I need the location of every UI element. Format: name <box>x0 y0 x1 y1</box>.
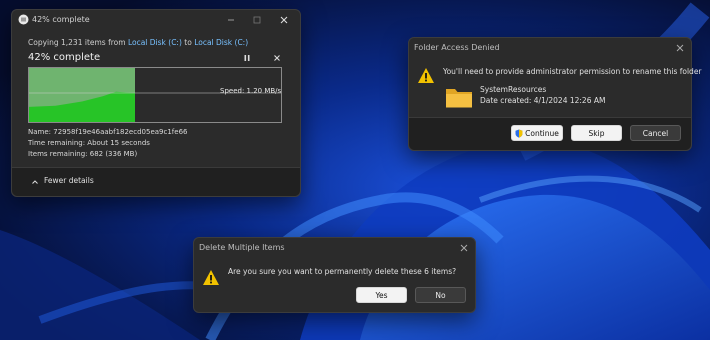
close-icon[interactable] <box>459 243 469 253</box>
no-button[interactable]: No <box>415 287 466 303</box>
delete-multiple-items-dialog: Delete Multiple Items Are you sure you w… <box>193 237 476 313</box>
file-explorer-icon <box>18 14 29 25</box>
pause-icon[interactable] <box>242 53 252 63</box>
continue-button[interactable]: Continue <box>511 125 563 141</box>
chevron-up-icon <box>32 180 38 184</box>
copy-dialog-title: 42% complete <box>32 15 90 24</box>
items-remaining-line: Items remaining: 682 (336 MB) <box>28 150 138 158</box>
folder-dialog-titlebar: Folder Access Denied <box>409 38 691 58</box>
cancel-button[interactable]: Cancel <box>630 125 681 141</box>
destination-link[interactable]: Local Disk (C:) <box>194 38 248 47</box>
warning-icon <box>418 68 434 83</box>
folder-name: SystemResources <box>480 85 547 94</box>
folder-icon <box>446 89 472 108</box>
continue-label: Continue <box>525 128 559 138</box>
percent-complete-label: 42% complete <box>28 52 101 63</box>
file-name-line: Name: 72958f19e46aabf182ecd05ea9c1fe66 <box>28 128 188 136</box>
uac-shield-icon <box>515 129 523 138</box>
warning-icon <box>203 270 219 285</box>
folder-dialog-message: You'll need to provide administrator per… <box>443 67 702 76</box>
speed-graph <box>28 67 282 123</box>
yes-button[interactable]: Yes <box>356 287 407 303</box>
folder-access-denied-dialog: Folder Access Denied You'll need to prov… <box>408 37 702 151</box>
fewer-details-label: Fewer details <box>44 176 94 185</box>
delete-dialog-title: Delete Multiple Items <box>199 243 285 252</box>
delete-dialog-titlebar: Delete Multiple Items <box>194 238 475 258</box>
copying-summary: Copying 1,231 items from Local Disk (C:)… <box>28 38 248 47</box>
time-remaining-line: Time remaining: About 15 seconds <box>28 139 150 147</box>
folder-dialog-title: Folder Access Denied <box>414 43 500 52</box>
skip-button[interactable]: Skip <box>571 125 622 141</box>
copy-dialog-titlebar: 42% complete <box>12 10 300 30</box>
folder-date-created: Date created: 4/1/2024 12:26 AM <box>480 96 606 105</box>
copying-prefix: Copying 1,231 items from <box>28 38 126 47</box>
source-link[interactable]: Local Disk (C:) <box>128 38 182 47</box>
to-word: to <box>184 38 192 47</box>
copy-progress-dialog: 42% complete Copying 1,231 items from Lo… <box>11 9 301 197</box>
cancel-copy-icon[interactable] <box>272 53 282 63</box>
close-icon[interactable] <box>675 43 685 53</box>
minimize-icon[interactable] <box>226 15 236 25</box>
close-icon[interactable] <box>279 15 289 25</box>
delete-dialog-message: Are you sure you want to permanently del… <box>228 267 457 276</box>
maximize-icon[interactable] <box>252 15 262 25</box>
speed-label: Speed: 1.20 MB/s <box>220 87 282 95</box>
